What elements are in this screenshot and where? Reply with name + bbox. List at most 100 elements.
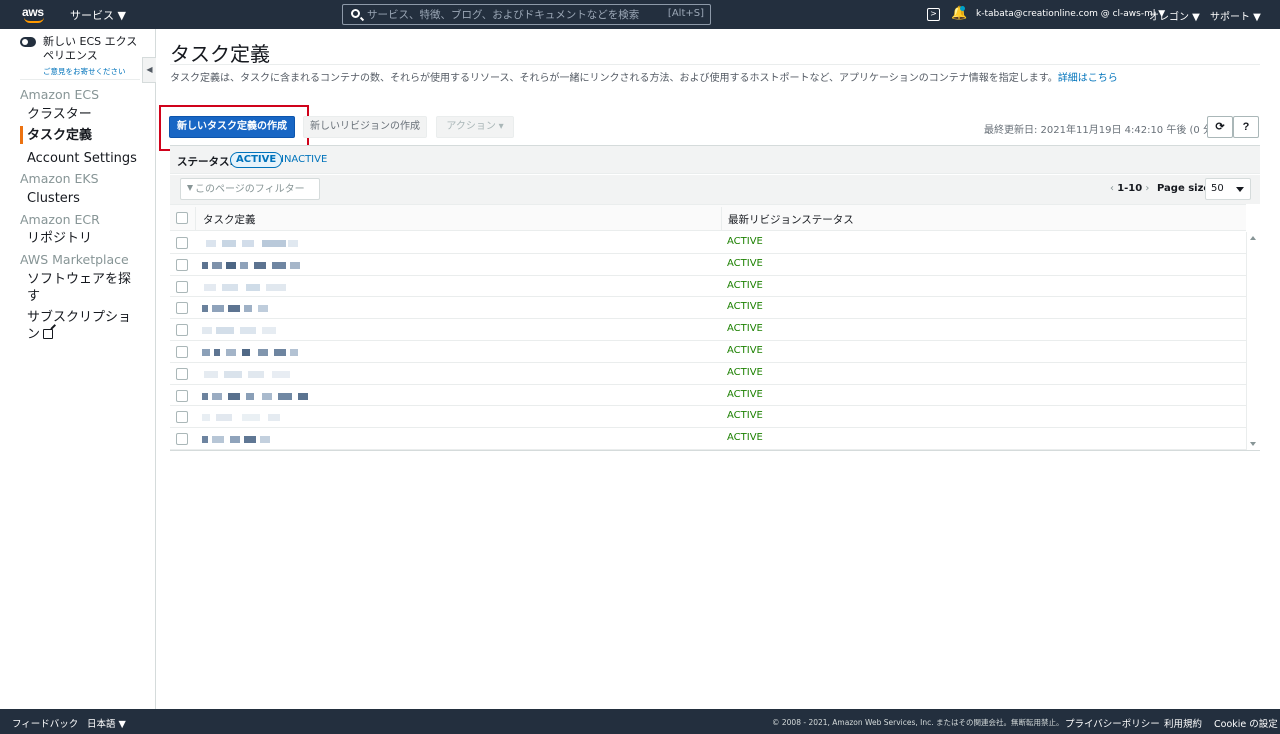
create-task-definition-button[interactable]: 新しいタスク定義の作成: [169, 116, 295, 138]
search-box[interactable]: [Alt+S]: [342, 4, 711, 25]
sidebar-heading-ecr: Amazon ECR: [20, 212, 100, 227]
new-experience-toggle[interactable]: [20, 37, 36, 47]
redacted-block: [202, 348, 210, 356]
table-row[interactable]: ACTIVE: [170, 406, 1246, 429]
task-definition-name-redacted[interactable]: [202, 302, 330, 314]
row-checkbox[interactable]: [176, 433, 188, 446]
row-checkbox[interactable]: [176, 345, 188, 358]
table-row[interactable]: ACTIVE: [170, 276, 1246, 298]
region-menu[interactable]: オレゴン ▼: [1149, 8, 1200, 23]
page-size-select[interactable]: 50: [1205, 178, 1251, 200]
column-header-latest-revision-status[interactable]: 最新リビジョンステータス: [728, 212, 854, 227]
table-row[interactable]: ACTIVE: [170, 232, 1246, 254]
terms-link[interactable]: 利用規約: [1164, 716, 1202, 730]
table-row[interactable]: ACTIVE: [170, 341, 1246, 363]
sidebar-item-account-settings[interactable]: Account Settings: [27, 150, 139, 167]
row-status: ACTIVE: [727, 432, 763, 444]
sidebar-item-clusters[interactable]: クラスター: [27, 106, 139, 123]
actions-button[interactable]: アクション ▾: [436, 116, 514, 138]
table-header: タスク定義 最新リビジョンステータス: [170, 204, 1246, 231]
redacted-block: [204, 283, 216, 291]
footer-feedback-link[interactable]: フィードバック: [12, 716, 78, 730]
refresh-icon[interactable]: ⟳: [1207, 116, 1233, 138]
row-status: ACTIVE: [727, 279, 763, 291]
task-definition-name-redacted[interactable]: [202, 237, 330, 249]
column-header-task-definition[interactable]: タスク定義: [203, 212, 256, 227]
redacted-block: [288, 240, 298, 247]
page-filter-input[interactable]: [195, 182, 315, 196]
language-selector[interactable]: 日本語 ▼: [87, 716, 126, 730]
table-row[interactable]: ACTIVE: [170, 363, 1246, 385]
search-input[interactable]: [367, 7, 667, 22]
scroll-down-icon[interactable]: [1250, 442, 1256, 446]
next-page-icon[interactable]: ›: [1145, 183, 1149, 194]
cookie-settings-link[interactable]: Cookie の設定: [1214, 716, 1278, 730]
bell-icon[interactable]: 🔔: [951, 6, 967, 21]
status-inactive-link[interactable]: INACTIVE: [281, 154, 327, 165]
redacted-block: [244, 436, 256, 444]
search-shortcut: [Alt+S]: [667, 8, 704, 19]
sidebar-item-subscriptions[interactable]: サブスクリプション: [27, 309, 139, 343]
row-checkbox[interactable]: [176, 302, 188, 315]
row-checkbox[interactable]: [176, 324, 188, 337]
table-scrollbar[interactable]: [1246, 232, 1260, 450]
table-row[interactable]: ACTIVE: [170, 428, 1246, 450]
description-text: タスク定義は、タスクに含まれるコンテナの数、それらが使用するリソース、それらが一…: [170, 73, 1058, 84]
sidebar-item-repositories[interactable]: リポジトリ: [27, 230, 139, 247]
search-icon: [351, 9, 360, 18]
page-filter-box[interactable]: [180, 178, 320, 200]
select-all-checkbox[interactable]: [176, 212, 188, 224]
task-definition-name-redacted[interactable]: [202, 433, 330, 445]
collapse-sidebar-button[interactable]: ◀: [142, 57, 156, 83]
redacted-block: [254, 261, 266, 269]
task-definition-name-redacted[interactable]: [202, 411, 330, 423]
task-definition-name-redacted[interactable]: [202, 259, 330, 271]
cloudshell-icon[interactable]: >: [927, 8, 940, 21]
task-definition-name-redacted[interactable]: [202, 281, 330, 293]
table-row[interactable]: ACTIVE: [170, 297, 1246, 320]
feedback-link[interactable]: ご意見をお寄せください: [43, 66, 126, 77]
row-checkbox[interactable]: [176, 389, 188, 402]
redacted-block: [214, 348, 220, 356]
task-definition-name-redacted[interactable]: [202, 390, 330, 402]
task-definition-name-redacted[interactable]: [202, 324, 330, 336]
support-menu[interactable]: サポート ▼: [1210, 8, 1261, 23]
status-active-pill[interactable]: ACTIVE: [230, 152, 283, 168]
redacted-block: [272, 261, 286, 269]
page-title: タスク定義: [170, 42, 270, 66]
table-row[interactable]: ACTIVE: [170, 254, 1246, 276]
sidebar-item-discover-software[interactable]: ソフトウェアを探す: [27, 271, 139, 305]
services-menu[interactable]: サービス ▼: [70, 7, 126, 23]
redacted-block: [202, 392, 208, 400]
redacted-block: [202, 327, 212, 335]
redacted-block: [242, 414, 260, 422]
sidebar-heading-marketplace: AWS Marketplace: [20, 252, 129, 267]
redacted-block: [240, 327, 256, 335]
aws-logo[interactable]: aws: [22, 3, 48, 25]
redacted-block: [202, 305, 208, 313]
pagination: ‹ 1-10 ›: [1110, 183, 1149, 194]
sidebar-item-eks-clusters[interactable]: Clusters: [27, 190, 139, 207]
redacted-block: [212, 261, 222, 269]
task-definition-name-redacted[interactable]: [202, 368, 330, 380]
details-link[interactable]: 詳細はこちら: [1058, 73, 1118, 84]
table-row[interactable]: ACTIVE: [170, 319, 1246, 341]
account-menu[interactable]: k-tabata@creationline.com @ cl-aws-ml ▼: [976, 9, 1165, 19]
row-checkbox[interactable]: [176, 411, 188, 424]
row-checkbox[interactable]: [176, 258, 188, 271]
redacted-block: [298, 392, 308, 400]
privacy-policy-link[interactable]: プライバシーポリシー: [1065, 716, 1160, 730]
row-checkbox[interactable]: [176, 280, 188, 293]
scroll-up-icon[interactable]: [1250, 236, 1256, 240]
create-revision-button[interactable]: 新しいリビジョンの作成: [303, 116, 427, 138]
redacted-block: [262, 327, 276, 335]
help-icon[interactable]: ?: [1233, 116, 1259, 138]
redacted-block: [272, 370, 290, 378]
table-row[interactable]: ACTIVE: [170, 385, 1246, 407]
sidebar-item-task-definitions[interactable]: タスク定義: [27, 127, 139, 144]
task-definition-name-redacted[interactable]: [202, 346, 330, 358]
row-checkbox[interactable]: [176, 237, 188, 249]
sidebar-heading-eks: Amazon EKS: [20, 171, 99, 186]
row-checkbox[interactable]: [176, 367, 188, 380]
prev-page-icon[interactable]: ‹: [1110, 183, 1114, 194]
